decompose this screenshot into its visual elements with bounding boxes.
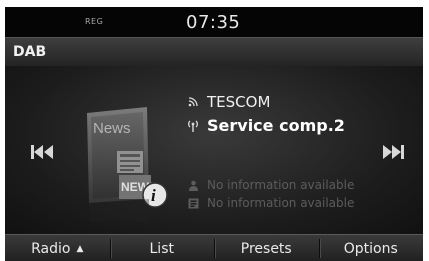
radio-tab-label: Radio (31, 240, 71, 257)
caret-up-icon: ▲ (76, 243, 84, 254)
now-playing-panel: News NEWS i TESCOM Service comp.2 No inf… (5, 66, 423, 234)
info-badge: i (151, 186, 156, 205)
page-title: DAB (13, 44, 47, 60)
status-bar: REG 07:35 (5, 7, 423, 37)
person-icon (186, 178, 200, 192)
skip-next-icon[interactable] (380, 144, 406, 160)
signal-icon (186, 95, 200, 109)
presets-tab[interactable]: Presets (214, 235, 319, 261)
ensemble-row: TESCOM (186, 93, 270, 111)
album-icon (186, 196, 200, 210)
presets-tab-label: Presets (240, 240, 292, 257)
reg-indicator: REG (85, 17, 104, 26)
options-tab-label: Options (343, 240, 398, 257)
skip-previous-icon[interactable] (30, 144, 56, 160)
options-tab[interactable]: Options (318, 235, 424, 261)
clock: 07:35 (186, 12, 241, 33)
service-row: Service comp.2 (186, 116, 345, 135)
broadcast-icon (186, 119, 200, 133)
artist-info-text: No information available (207, 178, 355, 192)
service-name: Service comp.2 (207, 116, 345, 135)
title-info-row: No information available (186, 196, 354, 210)
news-artwork: News NEWS i (75, 103, 175, 221)
list-tab[interactable]: List (109, 235, 215, 261)
title-bar: DAB (5, 37, 423, 67)
bottom-menu-bar: Radio ▲ List Presets Options (5, 234, 423, 261)
artist-info-row: No information available (186, 178, 354, 192)
title-info-text: No information available (207, 196, 355, 210)
list-tab-label: List (149, 240, 174, 257)
artwork-label: News (93, 120, 131, 137)
dab-radio-screen: REG 07:35 DAB News NEWS i TESCOM Service… (5, 7, 423, 261)
radio-tab[interactable]: Radio ▲ (5, 235, 110, 261)
ensemble-name: TESCOM (207, 93, 271, 111)
